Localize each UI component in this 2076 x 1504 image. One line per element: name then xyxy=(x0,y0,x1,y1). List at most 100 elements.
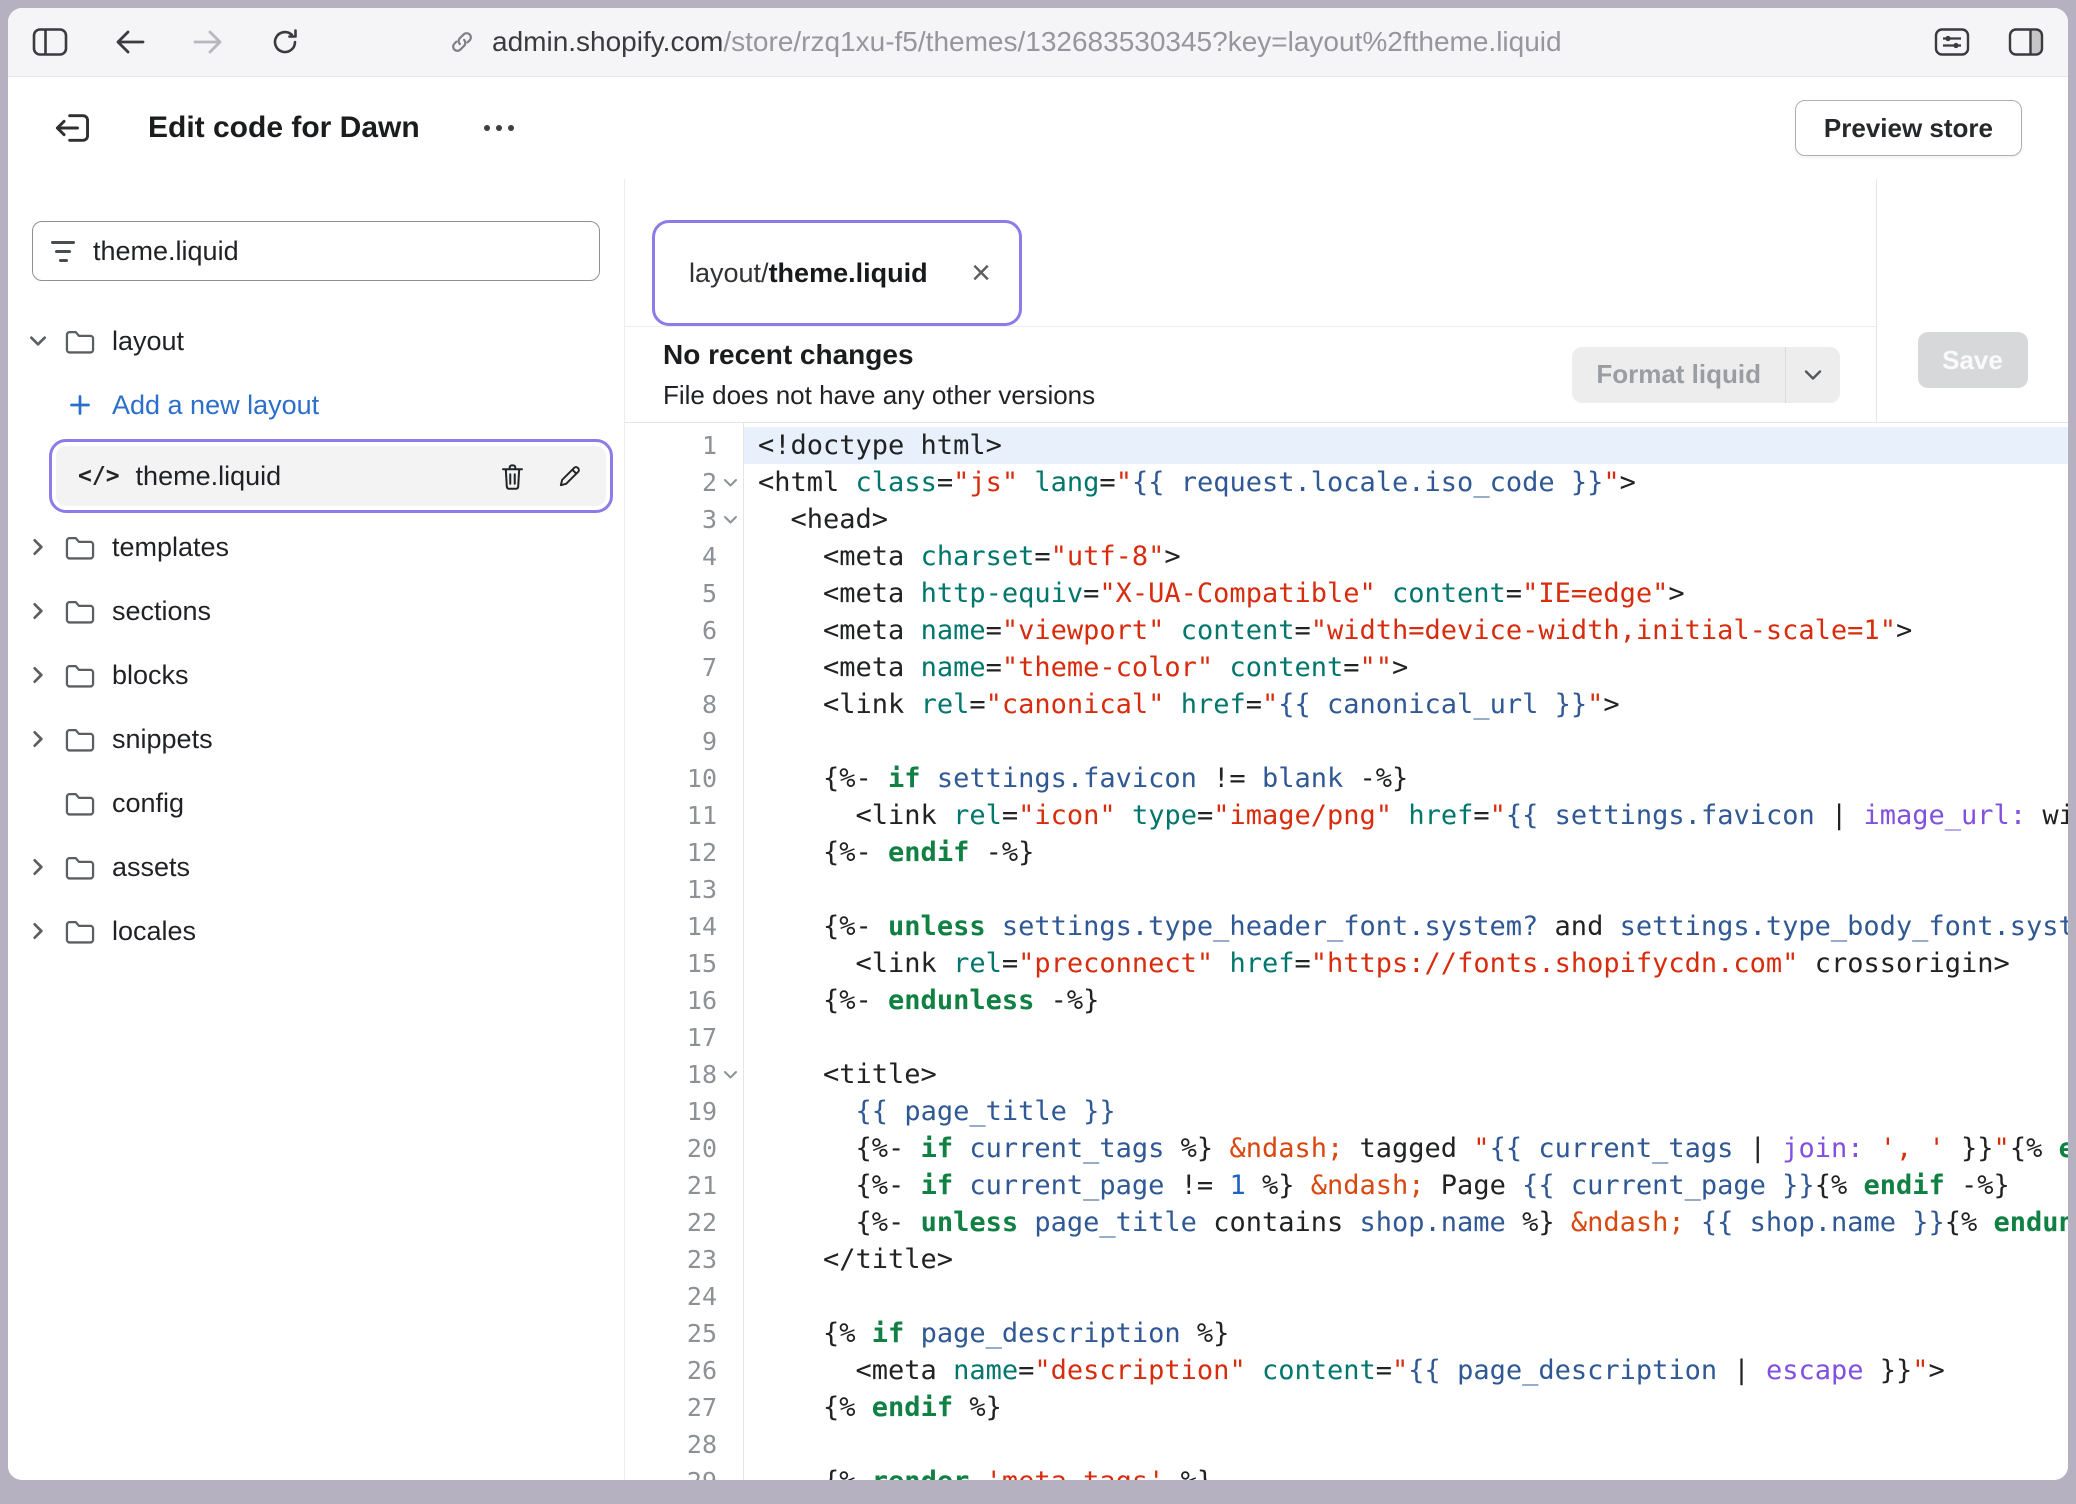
chevron-right-icon[interactable] xyxy=(24,857,52,877)
code-line-13[interactable] xyxy=(758,871,2068,908)
code-line-3[interactable]: <head> xyxy=(758,501,2068,538)
line-number: 12 xyxy=(687,838,717,867)
code-line-14[interactable]: {%- unless settings.type_header_font.sys… xyxy=(758,908,2068,945)
format-liquid-button[interactable]: Format liquid xyxy=(1572,347,1840,403)
code-line-22[interactable]: {%- unless page_title contains shop.name… xyxy=(758,1204,2068,1241)
code-line-9[interactable] xyxy=(758,723,2068,760)
sidebar-folder-blocks[interactable]: blocks xyxy=(8,643,624,707)
sidebar-folder-config[interactable]: config xyxy=(8,771,624,835)
folder-label: assets xyxy=(112,852,190,883)
chevron-right-icon[interactable] xyxy=(24,537,52,557)
code-line-19[interactable]: {{ page_title }} xyxy=(758,1093,2068,1130)
content: theme.liquid layout Add a new layout </>th… xyxy=(8,179,2068,1480)
sidebar-folder-assets[interactable]: assets xyxy=(8,835,624,899)
gutter-line: 5 xyxy=(625,575,743,612)
gutter-line: 17 xyxy=(625,1019,743,1056)
folder-label: locales xyxy=(112,916,196,947)
sidebar-folder-sections[interactable]: sections xyxy=(8,579,624,643)
sidebar-item-theme-liquid[interactable]: </>theme.liquid xyxy=(56,446,606,506)
code-line-7[interactable]: <meta name="theme-color" content=""> xyxy=(758,649,2068,686)
code-line-10[interactable]: {%- if settings.favicon != blank -%} xyxy=(758,760,2068,797)
code-line-29[interactable]: {% render 'meta-tags' %} xyxy=(758,1463,2068,1480)
code-line-17[interactable] xyxy=(758,1019,2068,1056)
preview-store-button[interactable]: Preview store xyxy=(1795,100,2022,156)
back-icon[interactable] xyxy=(114,28,146,56)
code-line-23[interactable]: </title> xyxy=(758,1241,2068,1278)
code-line-1[interactable]: <!doctype html> xyxy=(744,427,2068,464)
code-line-6[interactable]: <meta name="viewport" content="width=dev… xyxy=(758,612,2068,649)
file-search[interactable]: theme.liquid xyxy=(32,221,600,281)
code-line-8[interactable]: <link rel="canonical" href="{{ canonical… xyxy=(758,686,2068,723)
format-liquid-label: Format liquid xyxy=(1572,347,1785,403)
url-path: /store/rzq1xu-f5/themes/132683530345?key… xyxy=(723,26,1561,57)
save-button[interactable]: Save xyxy=(1918,332,2028,388)
status-title: No recent changes xyxy=(663,339,1095,371)
line-number: 7 xyxy=(702,653,717,682)
code-line-2[interactable]: <html class="js" lang="{{ request.locale… xyxy=(758,464,2068,501)
fold-chevron-icon[interactable] xyxy=(717,1070,743,1080)
code-line-25[interactable]: {% if page_description %} xyxy=(758,1315,2068,1352)
code-line-24[interactable] xyxy=(758,1278,2068,1315)
address-bar[interactable]: admin.shopify.com/store/rzq1xu-f5/themes… xyxy=(448,26,1562,58)
chevron-right-icon[interactable] xyxy=(24,601,52,621)
code-line-21[interactable]: {%- if current_page != 1 %} &ndash; Page… xyxy=(758,1167,2068,1204)
tab-close-icon[interactable]: × xyxy=(971,256,991,290)
sidebar-action-add-a-new-layout[interactable]: Add a new layout xyxy=(8,373,624,437)
code-line-12[interactable]: {%- endif -%} xyxy=(758,834,2068,871)
code-line-20[interactable]: {%- if current_tags %} &ndash; tagged "{… xyxy=(758,1130,2068,1167)
reload-icon[interactable] xyxy=(270,27,300,57)
gutter-line: 24 xyxy=(625,1278,743,1315)
tab-theme-liquid[interactable]: layout/theme.liquid × xyxy=(659,227,1015,319)
gutter-line: 7 xyxy=(625,649,743,686)
version-status: No recent changes File does not have any… xyxy=(663,339,1095,411)
sidebar-folder-templates[interactable]: templates xyxy=(8,515,624,579)
chevron-down-icon[interactable] xyxy=(1785,347,1840,403)
delete-file-icon[interactable] xyxy=(499,462,526,491)
line-number: 4 xyxy=(702,542,717,571)
code-line-11[interactable]: <link rel="icon" type="image/png" href="… xyxy=(758,797,2068,834)
line-number: 23 xyxy=(687,1245,717,1274)
code-line-27[interactable]: {% endif %} xyxy=(758,1389,2068,1426)
code-line-4[interactable]: <meta charset="utf-8"> xyxy=(758,538,2068,575)
browser-right-icons xyxy=(1934,27,2044,57)
exit-icon[interactable] xyxy=(54,111,92,145)
line-number: 11 xyxy=(687,801,717,830)
page-title: Edit code for Dawn xyxy=(148,111,420,145)
line-number: 9 xyxy=(702,727,717,756)
editor-code[interactable]: <!doctype html><html class="js" lang="{{… xyxy=(744,423,2068,1480)
sidebar-file-row: </>theme.liquid xyxy=(8,437,624,515)
chevron-right-icon[interactable] xyxy=(24,665,52,685)
code-line-18[interactable]: <title> xyxy=(758,1056,2068,1093)
url-text: admin.shopify.com/store/rzq1xu-f5/themes… xyxy=(492,26,1562,58)
sidebar-toggle-icon[interactable] xyxy=(32,27,68,57)
fold-chevron-icon[interactable] xyxy=(717,515,743,525)
rename-file-icon[interactable] xyxy=(556,462,584,490)
browser-extension-icon[interactable] xyxy=(1934,27,1970,57)
gutter-line: 22 xyxy=(625,1204,743,1241)
folder-icon xyxy=(64,790,96,817)
sidebar-folder-snippets[interactable]: snippets xyxy=(8,707,624,771)
code-line-28[interactable] xyxy=(758,1426,2068,1463)
line-number: 21 xyxy=(687,1171,717,1200)
folder-label: layout xyxy=(112,326,184,357)
line-number: 6 xyxy=(702,616,717,645)
code-line-15[interactable]: <link rel="preconnect" href="https://fon… xyxy=(758,945,2068,982)
sidebar-folder-layout[interactable]: layout xyxy=(8,309,624,373)
line-number: 19 xyxy=(687,1097,717,1126)
code-line-26[interactable]: <meta name="description" content="{{ pag… xyxy=(758,1352,2068,1389)
action-label: Add a new layout xyxy=(112,390,319,421)
code-editor[interactable]: 1234567891011121314151617181920212223242… xyxy=(625,423,2068,1480)
chevron-right-icon[interactable] xyxy=(24,921,52,941)
fold-chevron-icon[interactable] xyxy=(717,478,743,488)
more-menu-icon[interactable] xyxy=(482,123,516,133)
folder-label: config xyxy=(112,788,184,819)
code-line-5[interactable]: <meta http-equiv="X-UA-Compatible" conte… xyxy=(758,575,2068,612)
chevron-down-icon[interactable] xyxy=(24,334,52,348)
chevron-right-icon[interactable] xyxy=(24,729,52,749)
forward-icon[interactable] xyxy=(192,28,224,56)
plus-icon xyxy=(64,392,96,418)
sidebar-folder-locales[interactable]: locales xyxy=(8,899,624,963)
line-number: 16 xyxy=(687,986,717,1015)
split-view-icon[interactable] xyxy=(2008,27,2044,57)
code-line-16[interactable]: {%- endunless -%} xyxy=(758,982,2068,1019)
